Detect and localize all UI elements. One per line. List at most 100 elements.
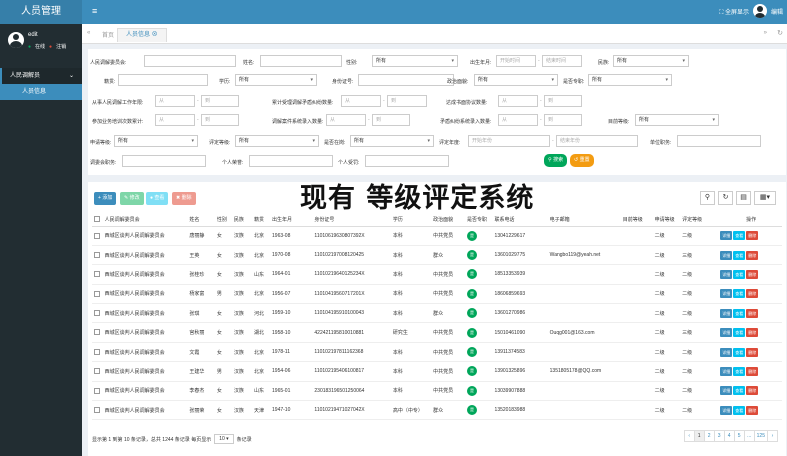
paper-from-input[interactable]: 从	[498, 114, 538, 126]
page-link[interactable]: ›	[767, 430, 778, 442]
col-header[interactable]: 籍贯	[252, 213, 271, 227]
tab-home[interactable]: 首页	[102, 30, 114, 39]
delete-row-button[interactable]: 删除	[746, 405, 759, 415]
tabs-next-icon[interactable]: »	[764, 30, 767, 36]
col-header[interactable]: 民族	[231, 213, 252, 227]
view-row-button[interactable]: 查看	[733, 405, 746, 415]
delete-row-button[interactable]: 删除	[746, 328, 759, 338]
years-to-input[interactable]: 到	[201, 95, 239, 107]
detail-button[interactable]: 详细	[720, 366, 733, 376]
view-row-button[interactable]: 查看	[733, 386, 746, 396]
row-select-cell[interactable]	[92, 322, 103, 343]
logout-link[interactable]: 注销	[56, 43, 66, 50]
honor-input[interactable]	[249, 155, 333, 167]
party-select[interactable]: 所有	[474, 74, 558, 86]
row-checkbox[interactable]	[94, 310, 100, 317]
col-header[interactable]: 评定等级	[680, 213, 719, 227]
table-row[interactable]: 西城区谈判人民调解委员会 王建华男汉族 北京 1954-06 1101021954061…	[92, 361, 782, 382]
success-from-input[interactable]: 从	[498, 95, 538, 107]
col-header[interactable]: 性别	[214, 213, 232, 227]
view-button[interactable]: ● 查看	[146, 192, 169, 205]
row-checkbox[interactable]	[94, 251, 100, 258]
years-from-input[interactable]: 从	[155, 95, 195, 107]
row-select-cell[interactable]	[92, 245, 103, 266]
ethnic-select[interactable]: 所有	[613, 55, 689, 67]
table-row[interactable]: 西城区谈判人民调解委员会 唐丽静女汉族 北京 1963-08 1101061963080…	[92, 226, 782, 246]
row-select-cell[interactable]	[92, 303, 103, 324]
detail-button[interactable]: 详细	[720, 386, 733, 396]
delete-row-button[interactable]: 删除	[746, 269, 759, 279]
refresh-icon[interactable]: ↻	[777, 29, 783, 37]
detail-button[interactable]: 详细	[720, 250, 733, 260]
tabs-prev-icon[interactable]: «	[87, 30, 90, 36]
row-select-cell[interactable]	[92, 361, 103, 382]
idcard-input[interactable]	[358, 74, 454, 86]
detail-button[interactable]: 详细	[720, 289, 733, 299]
view-row-button[interactable]: 查看	[733, 231, 746, 241]
delete-row-button[interactable]: 删除	[746, 308, 759, 318]
detail-button[interactable]: 详细	[720, 269, 733, 279]
columns-icon[interactable]: ▦▾	[754, 191, 776, 205]
delete-button[interactable]: ✖ 删除	[172, 192, 196, 205]
toggle-view-icon[interactable]: ▤	[736, 191, 751, 205]
row-checkbox[interactable]	[94, 348, 100, 355]
success-to-input[interactable]: 到	[544, 95, 582, 107]
view-row-button[interactable]: 查看	[733, 347, 746, 357]
row-checkbox[interactable]	[94, 329, 100, 336]
row-checkbox[interactable]	[94, 290, 100, 297]
page-size-select[interactable]: 10 ▾	[214, 434, 234, 444]
select-all-checkbox[interactable]	[94, 216, 100, 223]
row-select-cell[interactable]	[92, 284, 103, 305]
birth-start-input[interactable]: 开始时间	[496, 55, 536, 67]
evalyear-end-input[interactable]: 结束年份	[556, 135, 638, 147]
committee-input[interactable]	[144, 55, 236, 67]
table-row[interactable]: 西城区谈判人民调解委员会 张琪女汉族 河北 1959-10 11010419591010…	[92, 303, 782, 324]
refresh-icon[interactable]: ↻	[718, 191, 733, 205]
col-header[interactable]: 姓名	[187, 213, 215, 227]
eval-select[interactable]: 所有	[235, 135, 319, 147]
row-checkbox[interactable]	[94, 368, 100, 375]
pro-select[interactable]: 所有	[588, 74, 672, 86]
search-button[interactable]: ⚲ 搜索	[544, 154, 568, 167]
brand-logo[interactable]: 人员管理	[0, 0, 82, 24]
table-row[interactable]: 西城区谈判人民调解委员会 王英女汉族 北京 1970-08 11010219700812…	[92, 245, 782, 266]
cases-to-input[interactable]: 到	[387, 95, 427, 107]
detail-button[interactable]: 详细	[720, 308, 733, 318]
reset-button[interactable]: ↺ 重置	[570, 154, 594, 167]
add-button[interactable]: + 添加	[94, 192, 117, 205]
table-row[interactable]: 西城区谈判人民调解委员会 文霞女汉族 北京 1978-11 11010219781116…	[92, 342, 782, 363]
table-row[interactable]: 西城区谈判人民调解委员会 杨家富男汉族 北京 1956-07 1101041956071…	[92, 284, 782, 305]
table-row[interactable]: 西城区谈判人民调解委员会 宫秋丽女汉族 湖北 1958-10 4224211958100…	[92, 322, 782, 343]
detail-button[interactable]: 详细	[720, 347, 733, 357]
train-from-input[interactable]: 从	[155, 114, 195, 126]
col-header[interactable]: 电子邮箱	[547, 213, 621, 227]
gender-select[interactable]: 所有	[372, 55, 458, 67]
detail-button[interactable]: 详细	[720, 405, 733, 415]
table-row[interactable]: 西城区谈判人民调解委员会 张桂珍女汉族 山东 1964-01 1101021964012…	[92, 264, 782, 285]
delete-row-button[interactable]: 删除	[746, 250, 759, 260]
row-select-cell[interactable]	[92, 264, 103, 285]
col-header[interactable]: 目前等级	[620, 213, 653, 227]
punish-input[interactable]	[365, 155, 449, 167]
row-select-cell[interactable]	[92, 400, 103, 421]
row-checkbox[interactable]	[94, 271, 100, 278]
cases-from-input[interactable]: 从	[341, 95, 381, 107]
view-row-button[interactable]: 查看	[733, 250, 746, 260]
paper-to-input[interactable]: 到	[544, 114, 582, 126]
view-row-button[interactable]: 查看	[733, 328, 746, 338]
edit-button[interactable]: ✎ 修改	[120, 192, 144, 205]
birth-end-input[interactable]: 结束时间	[542, 55, 582, 67]
term-select[interactable]: 所有	[350, 135, 434, 147]
table-row[interactable]: 西城区谈判人民调解委员会 李春杰女汉族 山东 1965-01 2301831965012…	[92, 381, 782, 402]
user-menu[interactable]: 编辑	[752, 4, 783, 18]
evalyear-start-input[interactable]: 开始年份	[468, 135, 550, 147]
row-checkbox[interactable]	[94, 232, 100, 239]
row-checkbox[interactable]	[94, 407, 100, 414]
delete-row-button[interactable]: 删除	[746, 231, 759, 241]
origin-input[interactable]	[118, 74, 208, 86]
view-row-button[interactable]: 查看	[733, 269, 746, 279]
delete-row-button[interactable]: 删除	[746, 366, 759, 376]
sys-from-input[interactable]: 从	[326, 114, 366, 126]
sidebar-item-person-info[interactable]: 人员信息	[0, 84, 82, 100]
edu-select[interactable]: 所有	[235, 74, 317, 86]
